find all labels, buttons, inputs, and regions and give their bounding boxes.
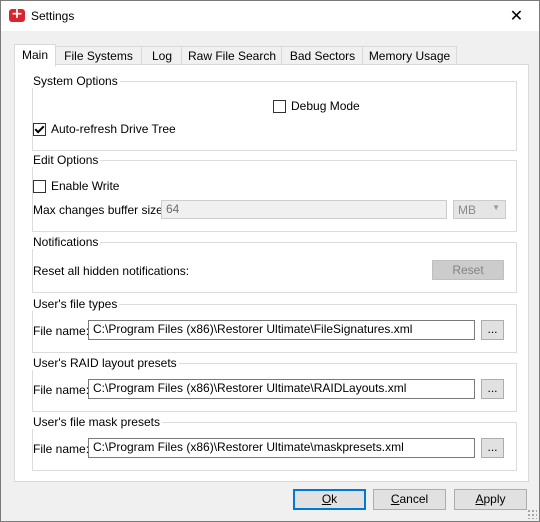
cancel-button[interactable]: Cancel [373,489,446,510]
mask-presets-input[interactable]: C:\Program Files (x86)\Restorer Ultimate… [88,438,475,458]
enable-write-box[interactable] [33,179,46,193]
tab-bad-sectors[interactable]: Bad Sectors [281,46,364,65]
resize-grip[interactable] [527,509,537,519]
file-types-group: User's file types File name: C:\Program … [31,297,517,353]
tab-main[interactable]: Main [14,44,56,67]
auto-refresh-box[interactable] [33,122,46,136]
mask-presets-browse-button[interactable]: ... [481,438,504,458]
debug-mode-label: Debug Mode [291,99,360,113]
ok-rest: k [331,492,338,506]
reset-notifications-label: Reset all hidden notifications: [33,264,190,278]
apply-button[interactable]: Apply [454,489,527,510]
edit-options-group: Edit Options Enable Write Max changes bu… [31,153,517,232]
enable-write-checkbox[interactable]: Enable Write [33,179,119,193]
reset-button[interactable]: Reset [432,260,504,280]
debug-mode-box[interactable] [273,99,286,113]
tab-memory-usage[interactable]: Memory Usage [362,46,457,65]
settings-window: Settings ✕ Main File Systems Log Raw Fil… [0,0,540,522]
buffer-size-label: Max changes buffer size: [33,203,167,217]
ok-accel: O [321,492,332,506]
app-icon [9,6,25,22]
system-options-title: System Options [31,74,120,88]
tab-file-systems[interactable]: File Systems [54,46,143,65]
notifications-group: Notifications Reset all hidden notificat… [31,235,517,293]
system-options-group: System Options Debug Mode Auto-refresh D… [31,74,517,151]
window-title: Settings [31,9,75,23]
apply-accel: A [475,492,484,506]
auto-refresh-checkbox[interactable]: Auto-refresh Drive Tree [33,122,176,136]
title-bar: Settings ✕ [1,1,539,31]
edit-options-title: Edit Options [31,153,101,167]
file-types-title: User's file types [31,297,120,311]
file-types-browse-button[interactable]: ... [481,320,504,340]
mask-presets-title: User's file mask presets [31,415,162,429]
apply-rest: pply [483,492,506,506]
buffer-unit-value: MB [458,203,476,217]
file-types-input[interactable]: C:\Program Files (x86)\Restorer Ultimate… [88,320,475,340]
ok-button[interactable]: Ok [293,489,366,510]
buffer-unit-select[interactable]: MB ▼ [453,200,506,219]
chevron-down-icon: ▼ [492,203,500,212]
file-types-label: File name: [33,324,90,338]
auto-refresh-label: Auto-refresh Drive Tree [51,122,176,136]
raid-presets-group: User's RAID layout presets File name: C:… [31,356,517,412]
main-tab-panel: System Options Debug Mode Auto-refresh D… [14,64,529,482]
enable-write-label: Enable Write [51,179,120,193]
raid-presets-input[interactable]: C:\Program Files (x86)\Restorer Ultimate… [88,379,475,399]
raid-presets-title: User's RAID layout presets [31,356,179,370]
cancel-rest: ancel [399,492,429,506]
mask-presets-group: User's file mask presets File name: C:\P… [31,415,517,471]
buffer-size-input[interactable]: 64 [161,200,447,219]
notifications-title: Notifications [31,235,101,249]
tab-log[interactable]: Log [141,46,183,65]
debug-mode-checkbox[interactable]: Debug Mode [273,99,360,113]
raid-presets-browse-button[interactable]: ... [481,379,504,399]
raid-presets-label: File name: [33,383,90,397]
close-icon[interactable]: ✕ [494,1,539,31]
tab-raw-file-search[interactable]: Raw File Search [181,46,283,65]
mask-presets-label: File name: [33,442,90,456]
